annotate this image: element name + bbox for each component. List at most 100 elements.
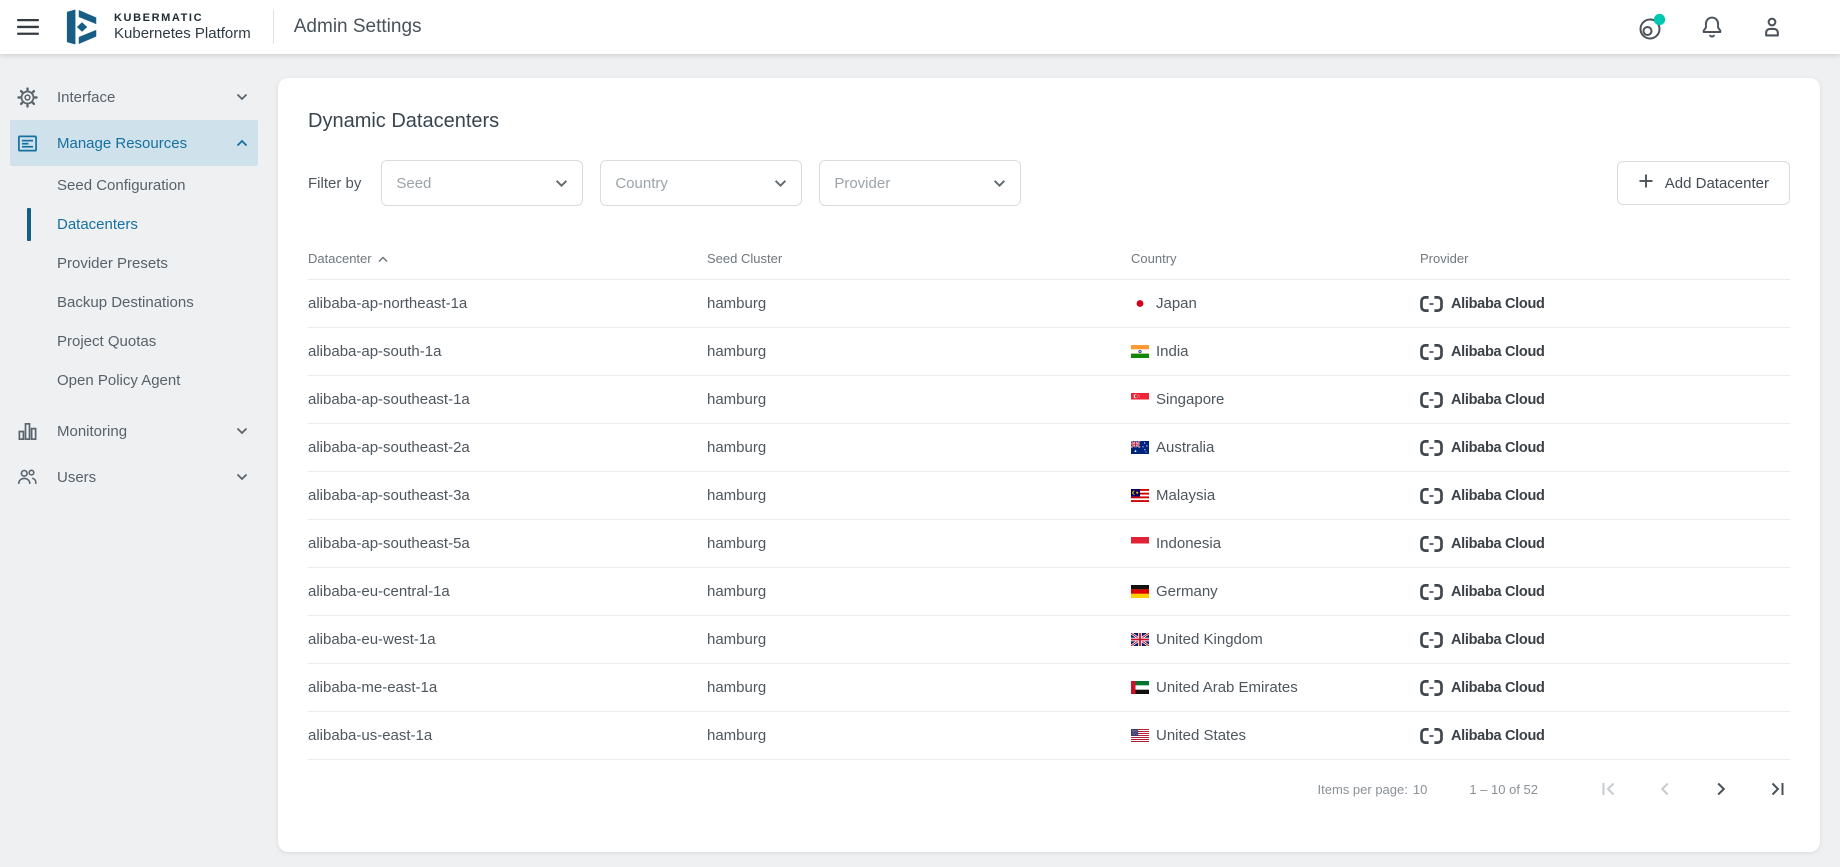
country-name: Japan [1156, 295, 1197, 312]
alibaba-cloud-icon [1420, 536, 1443, 552]
country-name: Indonesia [1156, 535, 1221, 552]
table-row[interactable]: alibaba-ap-southeast-1ahamburgSingaporeA… [308, 376, 1790, 424]
sort-asc-icon [378, 251, 388, 266]
country-name: Germany [1156, 583, 1218, 600]
sidebar-group-1[interactable]: Manage Resources [10, 120, 258, 166]
sidebar-subitem-5[interactable]: Open Policy Agent [0, 361, 260, 400]
table-row[interactable]: alibaba-us-east-1ahamburgUnited StatesAl… [308, 712, 1790, 760]
provider-name: Alibaba Cloud [1451, 728, 1545, 744]
provider-filter-placeholder: Provider [834, 175, 993, 192]
sidebar-subitem-4[interactable]: Project Quotas [0, 322, 260, 361]
country-cell: Japan [1131, 295, 1420, 312]
brand-text: KUBERMATIC Kubernetes Platform [114, 12, 251, 43]
table-row[interactable]: alibaba-eu-west-1ahamburgUnited KingdomA… [308, 616, 1790, 664]
filter-by-label: Filter by [308, 175, 361, 192]
cluster-health-icon[interactable] [1636, 11, 1668, 43]
provider-name: Alibaba Cloud [1451, 632, 1545, 648]
chevron-up-icon [236, 139, 248, 147]
first-page-icon[interactable] [1596, 776, 1622, 802]
seed-cluster-cell: hamburg [707, 439, 1131, 456]
seed-cluster-cell: hamburg [707, 295, 1131, 312]
sidebar-subitem-3[interactable]: Backup Destinations [0, 283, 260, 322]
chevron-down-icon [236, 473, 248, 481]
alibaba-cloud-icon [1420, 488, 1443, 504]
provider-name: Alibaba Cloud [1451, 488, 1545, 504]
country-cell: Indonesia [1131, 535, 1420, 552]
table-row[interactable]: alibaba-ap-southeast-3ahamburgMalaysiaAl… [308, 472, 1790, 520]
country-name: United Arab Emirates [1156, 679, 1298, 696]
last-page-icon[interactable] [1764, 776, 1790, 802]
notification-bell-icon[interactable] [1696, 11, 1728, 43]
alibaba-cloud-icon [1420, 296, 1443, 312]
provider-name: Alibaba Cloud [1451, 536, 1545, 552]
sidebar-subitem-1[interactable]: Datacenters [0, 205, 260, 244]
country-name: Singapore [1156, 391, 1224, 408]
country-flag-icon [1131, 681, 1149, 694]
datacenter-cell: alibaba-ap-southeast-2a [308, 439, 707, 456]
country-cell: Singapore [1131, 391, 1420, 408]
country-cell: Malaysia [1131, 487, 1420, 504]
seed-filter-placeholder: Seed [396, 175, 555, 192]
seed-cluster-cell: hamburg [707, 631, 1131, 648]
app-header: KUBERMATIC Kubernetes Platform Admin Set… [0, 0, 1840, 54]
user-account-icon[interactable] [1756, 11, 1788, 43]
table-row[interactable]: alibaba-ap-northeast-1ahamburgJapanAliba… [308, 280, 1790, 328]
items-per-page-value[interactable]: 10 [1413, 782, 1427, 797]
sidebar-subitem-label: Open Policy Agent [57, 372, 180, 389]
table-row[interactable]: alibaba-ap-south-1ahamburgIndiaAlibaba C… [308, 328, 1790, 376]
provider-cell: Alibaba Cloud [1420, 488, 1790, 504]
table-row[interactable]: alibaba-eu-central-1ahamburgGermanyAliba… [308, 568, 1790, 616]
items-per-page-label: Items per page: [1318, 782, 1408, 797]
seed-filter-select[interactable]: Seed [381, 160, 583, 206]
seed-cluster-cell: hamburg [707, 727, 1131, 744]
column-header-country[interactable]: Country [1131, 251, 1420, 266]
users-icon [16, 467, 38, 487]
column-header-seed-cluster[interactable]: Seed Cluster [707, 251, 1131, 266]
datacenter-cell: alibaba-me-east-1a [308, 679, 707, 696]
table-row[interactable]: alibaba-me-east-1ahamburgUnited Arab Emi… [308, 664, 1790, 712]
sidebar-subitem-label: Datacenters [57, 216, 138, 233]
alibaba-cloud-icon [1420, 344, 1443, 360]
country-name: Australia [1156, 439, 1214, 456]
section-title: Dynamic Datacenters [308, 78, 1790, 133]
provider-cell: Alibaba Cloud [1420, 536, 1790, 552]
sidebar-subitem-0[interactable]: Seed Configuration [0, 166, 260, 205]
plus-icon [1638, 173, 1654, 193]
sidebar-subitem-2[interactable]: Provider Presets [0, 244, 260, 283]
country-flag-icon [1131, 489, 1149, 502]
gear-icon [16, 87, 38, 108]
menu-icon[interactable] [8, 7, 48, 47]
sidebar: Interface Manage Resources Seed Configur… [0, 54, 260, 867]
country-flag-icon [1131, 345, 1149, 358]
page-title: Admin Settings [294, 16, 422, 38]
table-row[interactable]: alibaba-ap-southeast-2ahamburgAustraliaA… [308, 424, 1790, 472]
sidebar-group-0[interactable]: Interface [10, 74, 258, 120]
add-datacenter-label: Add Datacenter [1665, 175, 1769, 192]
brand-line2: Kubernetes Platform [114, 25, 251, 43]
sidebar-subitem-label: Project Quotas [57, 333, 156, 350]
sidebar-group-2[interactable]: Monitoring [10, 408, 258, 454]
alibaba-cloud-icon [1420, 392, 1443, 408]
column-header-datacenter[interactable]: Datacenter [308, 251, 707, 266]
add-datacenter-button[interactable]: Add Datacenter [1617, 161, 1790, 205]
next-page-icon[interactable] [1708, 776, 1734, 802]
kubermatic-logo-icon[interactable] [62, 9, 104, 45]
provider-filter-select[interactable]: Provider [819, 160, 1021, 206]
country-cell: India [1131, 343, 1420, 360]
status-badge [1654, 13, 1665, 24]
country-filter-select[interactable]: Country [600, 160, 802, 206]
alibaba-cloud-icon [1420, 584, 1443, 600]
provider-cell: Alibaba Cloud [1420, 392, 1790, 408]
brand-line1: KUBERMATIC [114, 12, 251, 25]
previous-page-icon[interactable] [1652, 776, 1678, 802]
alibaba-cloud-icon [1420, 680, 1443, 696]
table-row[interactable]: alibaba-ap-southeast-5ahamburgIndonesiaA… [308, 520, 1790, 568]
sidebar-group-3[interactable]: Users [10, 454, 258, 500]
sidebar-group-label: Monitoring [57, 423, 127, 440]
chevron-down-icon [993, 179, 1006, 188]
table-header-row: Datacenter Seed Cluster Country Provider [308, 238, 1790, 280]
chevron-down-icon [555, 179, 568, 188]
sidebar-group-label: Interface [57, 89, 115, 106]
column-header-provider[interactable]: Provider [1420, 251, 1790, 266]
country-cell: United States [1131, 727, 1420, 744]
